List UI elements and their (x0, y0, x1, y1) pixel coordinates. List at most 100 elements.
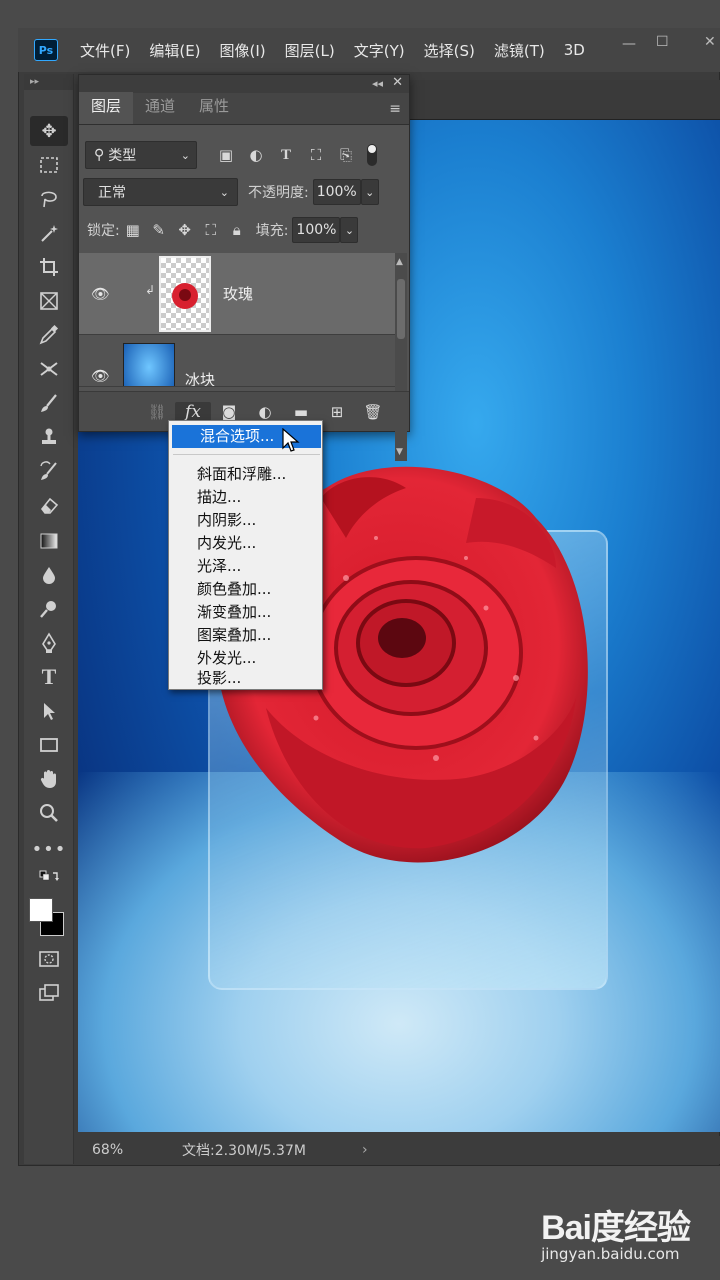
blend-mode-select[interactable]: 正常 ⌄ (83, 178, 238, 206)
opacity-slider-toggle-icon[interactable]: ⌄ (360, 179, 379, 205)
minimize-icon[interactable]: — (622, 36, 636, 52)
menu-item-inner-shadow[interactable]: 内阴影... (169, 509, 322, 532)
close-window-icon[interactable]: ✕ (704, 34, 716, 50)
filter-toggle[interactable] (367, 144, 377, 166)
menu-item-pattern-overlay[interactable]: 图案叠加... (169, 624, 322, 647)
opacity-label: 不透明度: (248, 185, 309, 201)
lock-row: 锁定: ▦ ✎ ✥ ⛶ 🔒︎ 填充: 100% ⌄ (79, 215, 409, 245)
filter-adjustment-icon[interactable]: ◐ (241, 146, 271, 164)
lock-artboard-icon[interactable]: ⛶ (198, 221, 224, 239)
layer-row-rose[interactable]: 👁︎ ↲ 玫瑰 (79, 253, 397, 335)
filter-shape-icon[interactable]: ⛶ (301, 146, 331, 164)
panel-tabs: 图层 通道 属性 ≡ (79, 92, 409, 125)
menu-item-gradient-overlay[interactable]: 渐变叠加... (169, 601, 322, 624)
visibility-eye-icon[interactable]: 👁︎ (91, 367, 110, 385)
scroll-down-icon[interactable]: ▼ (396, 447, 403, 457)
tab-properties[interactable]: 属性 (187, 92, 241, 124)
blur-tool-icon[interactable] (30, 560, 68, 590)
lock-transparent-pixels-icon[interactable]: ▦ (120, 221, 146, 239)
link-layers-icon[interactable]: ⛓︎ (139, 403, 175, 421)
move-tool-icon[interactable]: ✥ (30, 116, 68, 146)
new-layer-icon[interactable]: ⊞ (319, 403, 355, 421)
tab-channels[interactable]: 通道 (133, 92, 187, 124)
history-brush-tool-icon[interactable] (30, 456, 68, 486)
menu-edit[interactable]: 编辑(E) (149, 40, 200, 61)
zoom-level[interactable]: 68% (92, 1142, 182, 1158)
watermark-url: jingyan.baidu.com (541, 1245, 680, 1263)
eraser-tool-icon[interactable] (30, 490, 68, 520)
menu-item-drop-shadow[interactable]: 投影... (169, 667, 322, 690)
document-size-info: 文档:2.30M/5.37M (182, 1143, 306, 1159)
marquee-tool-icon[interactable] (30, 150, 68, 180)
collapse-panel-icon[interactable]: ◂◂ (372, 77, 383, 90)
menu-3d[interactable]: 3D (564, 41, 585, 59)
new-group-folder-icon[interactable]: ▬ (283, 403, 319, 421)
swap-colors-icon[interactable] (30, 868, 68, 886)
layer-thumbnail-ice[interactable] (123, 343, 175, 386)
type-tool-icon[interactable]: T (30, 662, 68, 692)
zoom-tool-icon[interactable] (30, 798, 68, 828)
more-tools-icon[interactable]: ••• (30, 834, 68, 864)
eyedropper-tool-icon[interactable] (30, 320, 68, 350)
menu-filter[interactable]: 滤镜(T) (494, 40, 545, 61)
foreground-color-swatch[interactable] (29, 898, 53, 922)
menu-type[interactable]: 文字(Y) (354, 40, 405, 61)
healing-brush-tool-icon[interactable] (30, 354, 68, 384)
quick-mask-icon[interactable] (30, 944, 68, 974)
layer-thumbnail-rose[interactable] (159, 256, 211, 332)
toolbar-collapse-icon[interactable]: ▸▸ (24, 74, 73, 90)
filter-kind-select[interactable]: ⚲ 类型 ⌄ (85, 141, 197, 169)
panel-menu-icon[interactable]: ≡ (389, 101, 401, 117)
menu-layer[interactable]: 图层(L) (285, 40, 335, 61)
menu-select[interactable]: 选择(S) (424, 40, 475, 61)
menu-item-color-overlay[interactable]: 颜色叠加... (169, 578, 322, 601)
path-selection-tool-icon[interactable] (30, 696, 68, 726)
crop-tool-icon[interactable] (30, 252, 68, 282)
brush-tool-icon[interactable] (30, 388, 68, 418)
maximize-icon[interactable]: ☐ (656, 34, 669, 50)
filter-smart-object-icon[interactable]: ⎘ (331, 146, 361, 164)
new-adjustment-layer-icon[interactable]: ◐ (247, 403, 283, 421)
clipping-mask-arrow-icon: ↲ (145, 283, 156, 297)
opacity-input[interactable]: 100% (312, 179, 361, 205)
layer-row-ice[interactable]: 👁︎ 冰块 (79, 337, 397, 387)
hand-tool-icon[interactable] (30, 764, 68, 794)
menu-image[interactable]: 图像(I) (220, 40, 266, 61)
frame-tool-icon[interactable] (30, 286, 68, 316)
lasso-tool-icon[interactable] (30, 184, 68, 214)
photoshop-logo-icon[interactable]: Ps (34, 39, 58, 61)
lock-image-pixels-icon[interactable]: ✎ (146, 221, 172, 239)
chevron-down-icon: ⌄ (219, 185, 229, 199)
pen-tool-icon[interactable] (30, 628, 68, 658)
screen-mode-icon[interactable] (30, 978, 68, 1008)
magic-wand-tool-icon[interactable] (30, 218, 68, 248)
lock-position-icon[interactable]: ✥ (172, 221, 198, 239)
close-panel-icon[interactable]: ✕ (392, 75, 403, 90)
filter-type-icon[interactable]: T (271, 147, 301, 164)
tab-layers[interactable]: 图层 (79, 92, 134, 124)
menu-item-stroke[interactable]: 描边... (169, 486, 322, 509)
visibility-eye-icon[interactable]: 👁︎ (91, 285, 110, 303)
gradient-tool-icon[interactable] (30, 526, 68, 556)
status-bar: 68% 文档:2.30M/5.37M › (78, 1136, 720, 1164)
lock-all-icon[interactable]: 🔒︎ (224, 221, 250, 239)
menu-item-inner-glow[interactable]: 内发光... (169, 532, 322, 555)
menu-item-bevel-emboss[interactable]: 斜面和浮雕... (169, 463, 322, 486)
add-mask-icon[interactable]: ◙ (211, 403, 247, 421)
layer-name[interactable]: 玫瑰 (223, 283, 253, 304)
add-layer-style-fx-icon[interactable]: fx (175, 401, 211, 422)
scroll-up-icon[interactable]: ▲ (396, 257, 403, 267)
rectangle-tool-icon[interactable] (30, 730, 68, 760)
status-menu-arrow-icon[interactable]: › (362, 1142, 368, 1158)
menu-item-satin[interactable]: 光泽... (169, 555, 322, 578)
filter-pixel-icon[interactable]: ▣ (211, 146, 241, 164)
layers-panel: ◂◂ ✕ 图层 通道 属性 ≡ ⚲ 类型 ⌄ ▣ ◐ T ⛶ ⎘ 正常 ⌄ 不透… (78, 74, 410, 461)
dodge-tool-icon[interactable] (30, 594, 68, 624)
fill-input[interactable]: 100% (292, 217, 341, 243)
menu-file[interactable]: 文件(F) (80, 40, 130, 61)
fill-slider-toggle-icon[interactable]: ⌄ (340, 217, 359, 243)
scrollbar-thumb[interactable] (397, 279, 405, 339)
clone-stamp-tool-icon[interactable] (30, 422, 68, 452)
delete-layer-trash-icon[interactable]: 🗑︎ (355, 403, 391, 421)
layer-name[interactable]: 冰块 (185, 369, 215, 386)
